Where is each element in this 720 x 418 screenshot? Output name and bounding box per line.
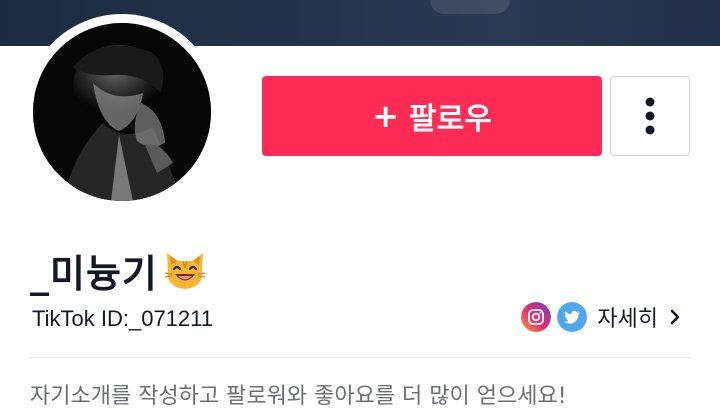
plus-icon: + <box>372 97 399 135</box>
twitter-icon[interactable] <box>557 302 588 332</box>
chevron-right-icon <box>670 309 680 325</box>
cat-face-emoji <box>164 253 205 289</box>
profile-page: + 팔로우 _미늉기 TikTok ID:_071211 자세히 자기소개를 작… <box>0 0 720 418</box>
divider <box>30 357 690 358</box>
details-label[interactable]: 자세히 <box>597 301 658 333</box>
username-text: _미늉기 <box>30 251 158 296</box>
follow-label: 팔로우 <box>409 102 492 137</box>
social-links[interactable]: 자세히 <box>521 302 682 332</box>
instagram-icon[interactable] <box>521 302 552 332</box>
more-options-button[interactable] <box>610 76 690 156</box>
avatar[interactable] <box>33 23 211 201</box>
cover-decoration <box>430 0 510 14</box>
username-heading: _미늉기 <box>30 244 208 296</box>
vertical-ellipsis-icon <box>645 97 655 135</box>
tiktok-id: TikTok ID:_071211 <box>32 306 213 331</box>
bio-text: 자기소개를 작성하고 팔로워와 좋아요를 더 많이 얻으세요! <box>30 384 567 409</box>
follow-button[interactable]: + 팔로우 <box>262 76 602 156</box>
